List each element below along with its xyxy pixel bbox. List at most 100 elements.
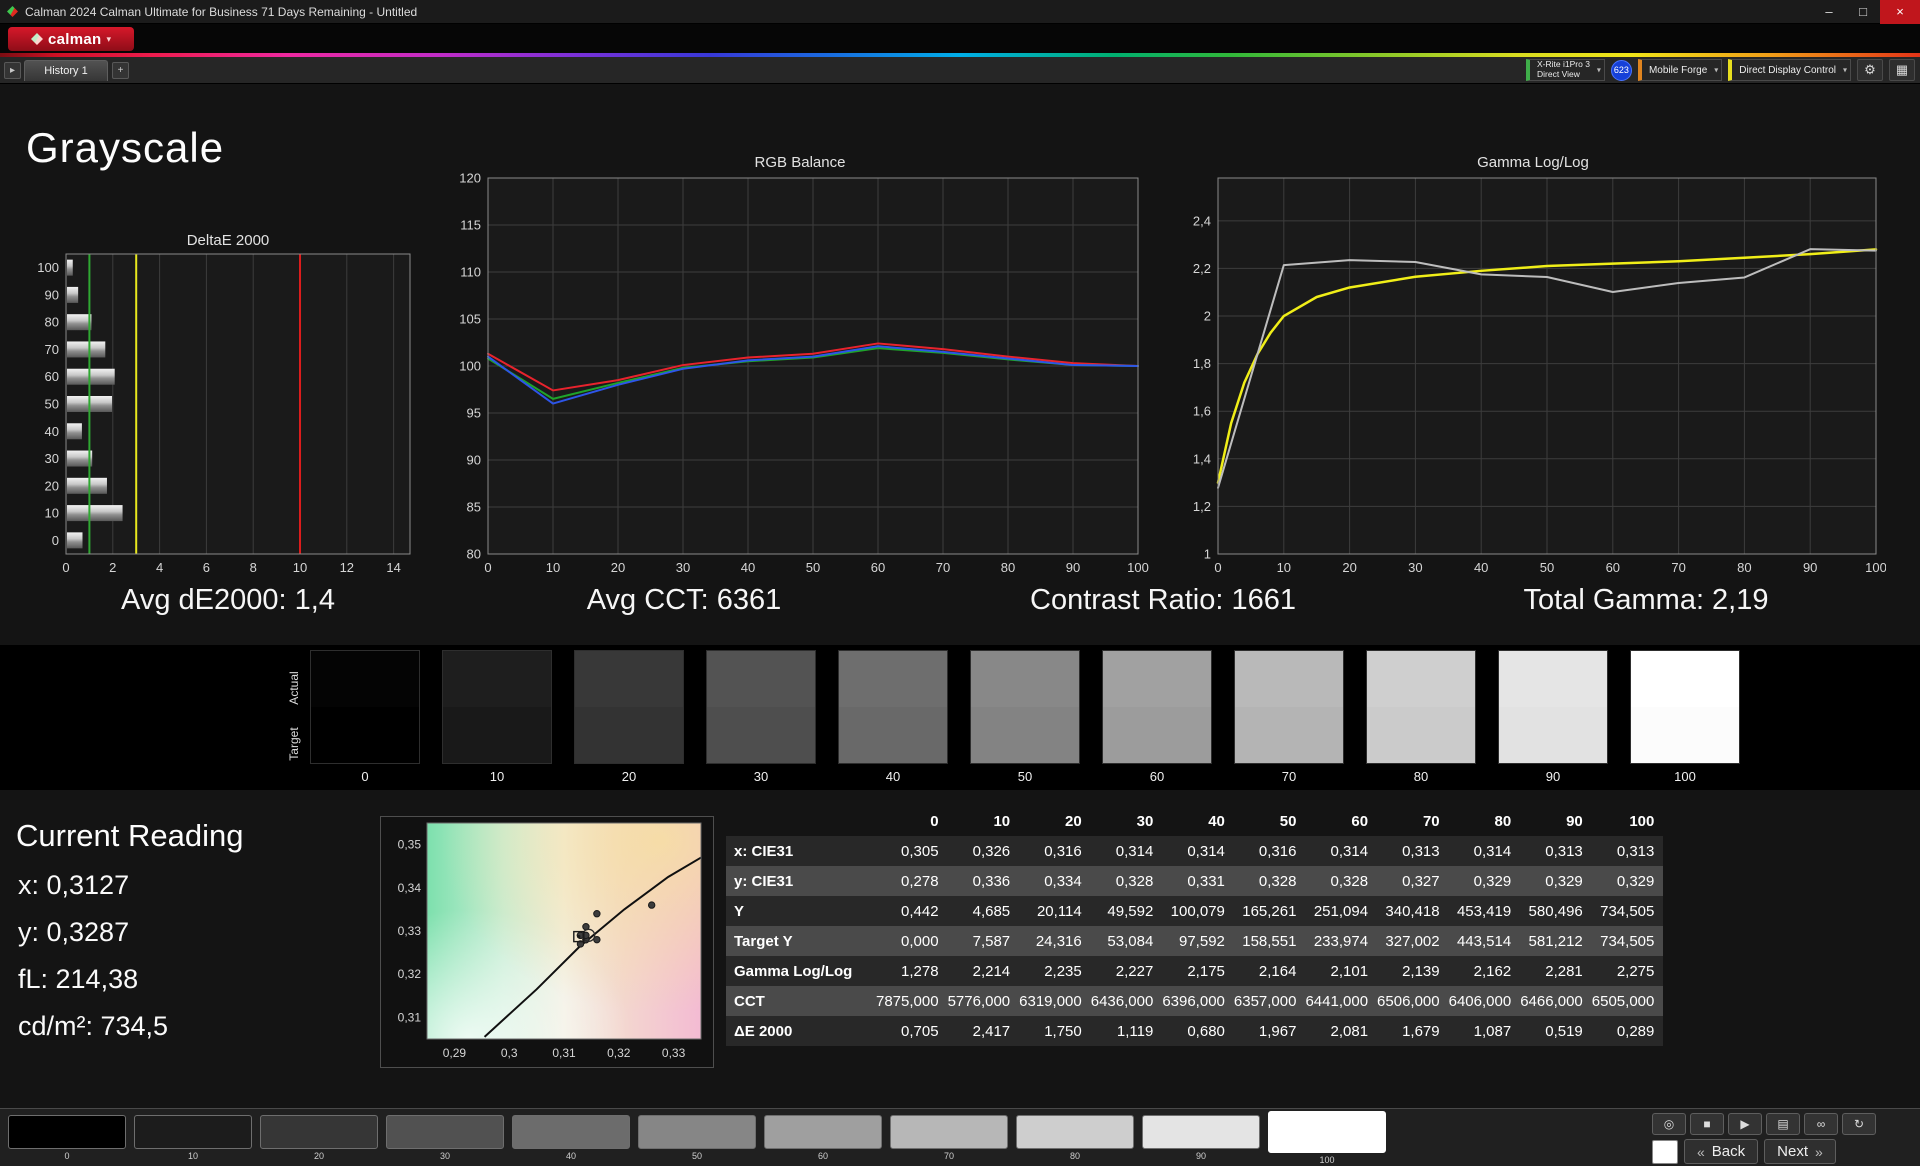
table-row: ΔE 20000,7052,4171,7501,1190,6801,9672,0… <box>726 1016 1663 1046</box>
table-cell: 0,316 <box>1234 836 1306 866</box>
calman-gem-icon <box>31 33 43 45</box>
svg-text:120: 120 <box>459 172 481 186</box>
actual-row-label: Actual <box>287 664 301 712</box>
pattern-patch-40[interactable]: 40 <box>512 1115 630 1161</box>
table-cell: 443,514 <box>1449 926 1521 956</box>
next-button[interactable]: Next » <box>1764 1139 1836 1164</box>
pattern-patch-0[interactable]: 0 <box>8 1115 126 1161</box>
patch-swatch[interactable] <box>512 1115 630 1149</box>
back-button[interactable]: « Back <box>1684 1139 1758 1164</box>
table-cell: 0,314 <box>1091 836 1163 866</box>
column-header-100: 100 <box>1592 806 1664 836</box>
loop-icon: ↻ <box>1854 1117 1864 1131</box>
grayscale-ramp-strip: Actual Target 0102030405060708090100 <box>0 645 1920 790</box>
play-icon: ▶ <box>1740 1117 1749 1131</box>
source-selector[interactable]: Mobile Forge ▾ <box>1638 59 1722 81</box>
svg-text:2,2: 2,2 <box>1193 261 1211 276</box>
continuous-read-icon: ∞ <box>1817 1117 1826 1131</box>
table-cell: 20,114 <box>1019 896 1091 926</box>
table-cell: 0,519 <box>1520 1016 1592 1046</box>
close-button[interactable]: × <box>1880 0 1920 24</box>
table-row: Target Y0,0007,58724,31653,08497,592158,… <box>726 926 1663 956</box>
table-cell: 2,214 <box>948 956 1020 986</box>
patch-swatch[interactable] <box>890 1115 1008 1149</box>
pattern-patch-100[interactable]: 100 <box>1268 1115 1386 1165</box>
svg-text:40: 40 <box>45 424 59 439</box>
table-cell: 0,331 <box>1162 866 1234 896</box>
svg-text:100: 100 <box>459 359 481 374</box>
expand-icon: ▸ <box>10 65 15 76</box>
table-cell: 251,094 <box>1305 896 1377 926</box>
table-cell: 2,175 <box>1162 956 1234 986</box>
table-cell: 0,329 <box>1592 866 1664 896</box>
svg-text:115: 115 <box>460 218 481 233</box>
patch-level-label: 0 <box>8 1151 126 1161</box>
table-cell: 4,685 <box>948 896 1020 926</box>
table-row: Y0,4424,68520,11449,592100,079165,261251… <box>726 896 1663 926</box>
table-cell: 581,212 <box>1520 926 1592 956</box>
table-cell: 233,974 <box>1305 926 1377 956</box>
patch-swatch[interactable] <box>1016 1115 1134 1149</box>
ramp-swatch-40: 40 <box>838 650 948 784</box>
patch-swatch[interactable] <box>1268 1111 1386 1153</box>
stop-button[interactable]: ■ <box>1690 1113 1724 1135</box>
pattern-patch-70[interactable]: 70 <box>890 1115 1008 1161</box>
table-cell: 0,442 <box>876 896 948 926</box>
target-button[interactable]: ◎ <box>1652 1113 1686 1135</box>
pattern-window-button[interactable]: ▤ <box>1766 1113 1800 1135</box>
patch-swatch[interactable] <box>1142 1115 1260 1149</box>
pattern-patch-60[interactable]: 60 <box>764 1115 882 1161</box>
navigation-controls: « Back Next » <box>1652 1139 1836 1164</box>
tab-bar: ▸ History 1 + X-Rite i1Pro 3 Direct View… <box>0 57 1920 84</box>
chevron-down-icon: ▾ <box>1597 66 1601 75</box>
table-cell: 0,313 <box>1592 836 1664 866</box>
meter-selector[interactable]: X-Rite i1Pro 3 Direct View ▾ <box>1526 59 1605 81</box>
add-page-button[interactable]: + <box>112 62 129 79</box>
pattern-patch-10[interactable]: 10 <box>134 1115 252 1161</box>
patch-swatch[interactable] <box>260 1115 378 1149</box>
row-label: ΔE 2000 <box>726 1016 876 1046</box>
minimize-button[interactable]: – <box>1812 0 1846 24</box>
pattern-patch-90[interactable]: 90 <box>1142 1115 1260 1161</box>
patch-swatch[interactable] <box>764 1115 882 1149</box>
chevron-down-icon: ▾ <box>1843 66 1847 75</box>
history-expand-button[interactable]: ▸ <box>4 62 21 79</box>
swatch-level-label: 40 <box>838 769 948 784</box>
display-control-selector[interactable]: Direct Display Control ▾ <box>1728 59 1851 81</box>
table-cell: 0,329 <box>1520 866 1592 896</box>
table-row: y: CIE310,2780,3360,3340,3280,3310,3280,… <box>726 866 1663 896</box>
ramp-swatch-50: 50 <box>970 650 1080 784</box>
calman-menu-button[interactable]: calman ▾ <box>8 27 134 51</box>
settings-button[interactable]: ⚙ <box>1857 59 1883 81</box>
reading-x: x: 0,3127 <box>18 870 129 901</box>
back-label: Back <box>1712 1143 1745 1160</box>
pattern-patch-20[interactable]: 20 <box>260 1115 378 1161</box>
svg-text:10: 10 <box>1277 560 1291 575</box>
next-icon: » <box>1815 1144 1823 1160</box>
patch-level-label: 80 <box>1016 1151 1134 1161</box>
play-button[interactable]: ▶ <box>1728 1113 1762 1135</box>
maximize-icon: □ <box>1859 4 1867 19</box>
svg-text:2: 2 <box>1204 309 1211 324</box>
tab-history-1[interactable]: History 1 <box>24 60 108 81</box>
svg-text:60: 60 <box>1606 560 1620 575</box>
read-controls: ◎■ ▶ ▤ ∞ ↻ <box>1652 1113 1876 1135</box>
minimize-icon: – <box>1825 4 1832 19</box>
patch-swatch[interactable] <box>638 1115 756 1149</box>
table-cell: 2,281 <box>1520 956 1592 986</box>
maximize-button[interactable]: □ <box>1846 0 1880 24</box>
svg-text:0,33: 0,33 <box>398 924 422 938</box>
pattern-patch-50[interactable]: 50 <box>638 1115 756 1161</box>
patch-swatch[interactable] <box>386 1115 504 1149</box>
patch-swatch[interactable] <box>8 1115 126 1149</box>
swatch-level-label: 50 <box>970 769 1080 784</box>
svg-text:40: 40 <box>1474 560 1488 575</box>
layout-button[interactable]: ▦ <box>1889 59 1915 81</box>
table-cell: 0,328 <box>1091 866 1163 896</box>
table-cell: 6466,000 <box>1520 986 1592 1016</box>
patch-swatch[interactable] <box>134 1115 252 1149</box>
pattern-patch-30[interactable]: 30 <box>386 1115 504 1161</box>
pattern-patch-80[interactable]: 80 <box>1016 1115 1134 1161</box>
continuous-read-button[interactable]: ∞ <box>1804 1113 1838 1135</box>
loop-button[interactable]: ↻ <box>1842 1113 1876 1135</box>
